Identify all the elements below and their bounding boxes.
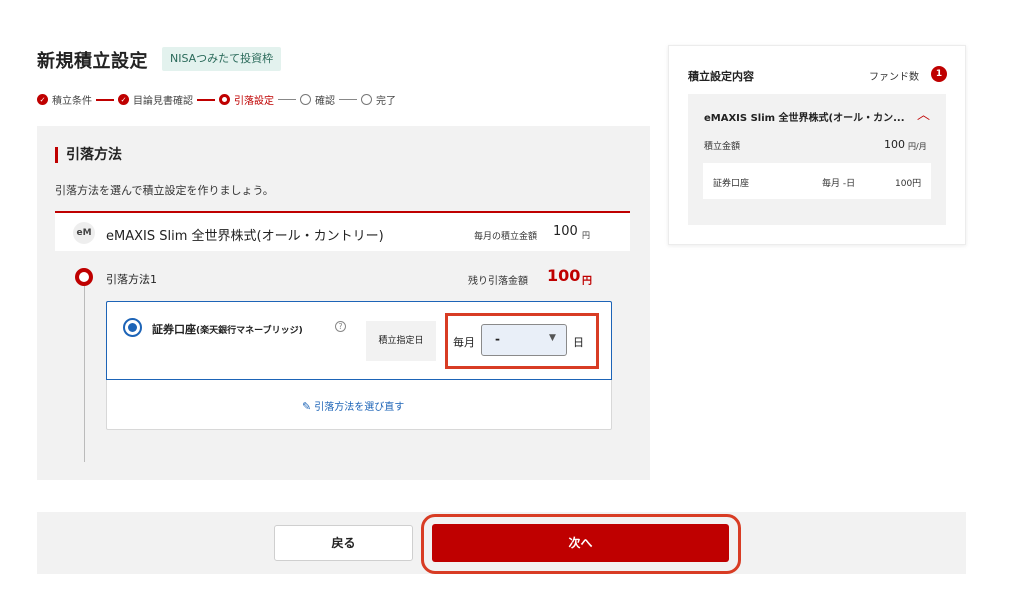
step-connector	[197, 98, 215, 101]
timeline-line	[84, 286, 85, 462]
reselect-link-label: 引落方法を選び直す	[314, 402, 405, 413]
section-heading: 引落方法	[55, 147, 122, 163]
summary-title: 積立設定内容	[688, 70, 754, 83]
fund-avatar: eM	[73, 222, 95, 244]
step-confirm: 確認	[300, 92, 335, 107]
date-label: 積立指定日	[366, 321, 436, 361]
fund-count-badge: 1	[931, 66, 947, 82]
step-label: 引落設定	[234, 96, 274, 107]
reselect-method-link[interactable]: ✎ 引落方法を選び直す	[302, 398, 404, 413]
step-label: 目論見書確認	[133, 96, 193, 107]
nisa-badge: NISAつみたて投資枠	[162, 47, 282, 71]
remaining-amount-unit: 円	[582, 276, 592, 287]
fund-name: eMAXIS Slim 全世界株式(オール・カントリー)	[106, 229, 384, 244]
step-prospectus: ✓ 目論見書確認	[118, 92, 193, 107]
step-label: 確認	[315, 96, 335, 107]
radio-selected-dot	[128, 323, 137, 332]
current-step-icon	[219, 94, 230, 105]
account-name-sub: (楽天銀行マネーブリッジ)	[196, 326, 303, 336]
summary-amount-unit: 円/月	[908, 142, 927, 151]
next-button[interactable]: 次へ	[432, 524, 729, 562]
step-complete: 完了	[361, 92, 396, 107]
empty-circle-icon	[300, 94, 311, 105]
timeline-dot-icon	[75, 268, 93, 286]
day-unit: 日	[573, 336, 584, 349]
step-connector	[339, 99, 357, 100]
empty-circle-icon	[361, 94, 372, 105]
fund-count-label: ファンド数	[869, 72, 919, 83]
page-title: 新規積立設定	[37, 51, 148, 72]
progress-steps: ✓ 積立条件 ✓ 目論見書確認 引落設定 確認 完了	[37, 92, 396, 107]
step-label: 積立条件	[52, 96, 92, 107]
check-circle-icon: ✓	[118, 94, 129, 105]
check-circle-icon: ✓	[37, 94, 48, 105]
summary-amount-label: 積立金額	[704, 142, 741, 152]
summary-account-amount: 100円	[895, 179, 922, 189]
step-label: 完了	[376, 96, 396, 107]
step-withdrawal: 引落設定	[219, 92, 274, 107]
monthly-amount-label: 毎月の積立金額	[474, 232, 538, 242]
pencil-icon: ✎	[302, 400, 312, 413]
account-name: 証券口座(楽天銀行マネーブリッジ)	[152, 321, 303, 337]
step-connector	[278, 99, 296, 100]
method-label: 引落方法1	[106, 273, 157, 286]
section-description: 引落方法を選んで積立設定を作りましょう。	[55, 184, 274, 197]
day-select-value: -	[495, 332, 500, 346]
summary-account-frequency: 毎月 -日	[822, 179, 856, 189]
summary-account-name: 証券口座	[713, 179, 750, 189]
remaining-amount-value: 100	[547, 266, 581, 285]
summary-fund-name: eMAXIS Slim 全世界株式(オール・カン...	[704, 113, 905, 124]
account-name-main: 証券口座	[152, 323, 196, 336]
monthly-amount-value: 100	[553, 224, 578, 239]
chevron-up-icon[interactable]: ︿	[917, 104, 930, 123]
triangle-down-icon: ▼	[549, 333, 556, 343]
remaining-amount-label: 残り引落金額	[468, 276, 528, 287]
back-button[interactable]: 戻る	[274, 525, 413, 561]
monthly-amount-unit: 円	[582, 231, 590, 240]
step-connector	[96, 98, 114, 101]
step-conditions: ✓ 積立条件	[37, 92, 92, 107]
summary-amount-value: 100	[884, 138, 905, 151]
help-icon[interactable]: ?	[335, 321, 346, 332]
monthly-label: 毎月	[453, 336, 475, 349]
